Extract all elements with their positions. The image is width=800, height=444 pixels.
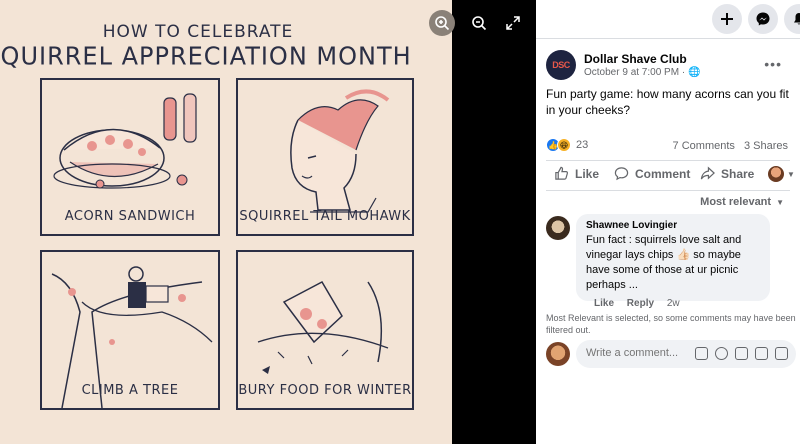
post-image[interactable]: HOW TO CELEBRATE SQUIRREL APPRECIATION M… [0, 0, 452, 444]
sort-label: Most relevant [700, 196, 772, 208]
avatar [768, 166, 784, 182]
comment-icon [614, 167, 629, 181]
comment-text: Fun fact : squirrels love salt and vineg… [586, 234, 742, 291]
avatar-sticker-icon[interactable] [695, 347, 708, 360]
emoji-icon[interactable] [715, 347, 728, 360]
divider [546, 190, 790, 191]
page-avatar[interactable]: DSC [546, 50, 576, 80]
comment-actions: Like Reply 2w [594, 298, 680, 309]
panel-acorn-sandwich: ACORN SANDWICH [40, 78, 220, 236]
like-button[interactable]: Like [554, 166, 599, 181]
comment-label: Comment [635, 166, 691, 181]
poster-title-line2: SQUIRREL APPRECIATION MONTH [0, 41, 412, 71]
plus-icon [721, 13, 733, 25]
comment-button[interactable]: Comment [614, 166, 690, 181]
comment-reply-link[interactable]: Reply [627, 298, 654, 309]
chevron-down-icon: ▼ [776, 197, 784, 207]
bell-icon [794, 13, 800, 25]
comment-like-link[interactable]: Like [594, 298, 614, 309]
post-sidebar: DSC Dollar Shave Club October 9 at 7:00 … [536, 0, 800, 444]
messenger-button[interactable] [748, 4, 778, 34]
panel-caption: ACORN SANDWICH [64, 209, 196, 224]
haha-reaction-icon: 😆 [557, 138, 571, 152]
comment-tools [695, 347, 788, 360]
create-button[interactable] [712, 4, 742, 34]
reaction-profile-selector[interactable]: ▼ [768, 166, 795, 182]
more-options-icon[interactable]: ••• [764, 56, 782, 72]
panel-caption: BURY FOOD FOR WINTER [238, 383, 412, 398]
comment-time[interactable]: 2w [667, 298, 680, 309]
comments-count-link[interactable]: 7 Comments [673, 140, 735, 152]
comment-sort-dropdown[interactable]: Most relevant ▼ [700, 196, 784, 208]
panel-climb-a-tree: CLIMB A TREE [40, 250, 220, 410]
gif-icon[interactable] [755, 347, 768, 360]
shares-count-link[interactable]: 3 Shares [744, 140, 788, 152]
camera-icon[interactable] [735, 347, 748, 360]
messenger-icon [756, 12, 770, 26]
divider [536, 38, 800, 39]
share-label: Share [721, 166, 755, 181]
write-comment-box[interactable] [576, 340, 796, 368]
reactions-summary[interactable]: 👍 😆 23 [546, 138, 588, 152]
reaction-count: 23 [576, 139, 589, 151]
share-button[interactable]: Share [700, 166, 754, 181]
globe-icon: 🌐 [687, 67, 701, 78]
comment-input[interactable] [586, 347, 686, 359]
commenter-avatar[interactable] [546, 216, 570, 240]
thumbs-up-icon [555, 166, 568, 180]
panel-caption: CLIMB A TREE [81, 383, 179, 398]
zoom-out-button[interactable] [466, 10, 492, 36]
notifications-button[interactable] [784, 4, 800, 34]
post-actions: Like Comment Share ▼ [536, 164, 800, 188]
photo-viewer: HOW TO CELEBRATE SQUIRREL APPRECIATION M… [0, 0, 536, 444]
sticker-icon[interactable] [775, 347, 788, 360]
filter-note: Most Relevant is selected, so some comme… [546, 313, 796, 335]
post-stats: 7 Comments 3 Shares [667, 140, 788, 152]
page-name-link[interactable]: Dollar Shave Club [584, 52, 687, 66]
top-bar [536, 0, 800, 38]
panel-squirrel-tail-mohawk: SQUIRREL TAIL MOHAWK [236, 78, 414, 236]
fullscreen-button[interactable] [500, 10, 526, 36]
panel-bury-food: BURY FOOD FOR WINTER [236, 250, 414, 410]
commenter-name[interactable]: Shawnee Lovingier [586, 220, 760, 231]
fullscreen-icon [506, 16, 520, 30]
avatar [546, 342, 570, 366]
zoom-out-icon [472, 16, 487, 31]
panel-caption: SQUIRREL TAIL MOHAWK [239, 209, 411, 224]
post-text: Fun party game: how many acorns can you … [546, 87, 789, 117]
comment-bubble: Shawnee Lovingier Fun fact : squirrels l… [576, 214, 770, 301]
poster-title-line1: HOW TO CELEBRATE [102, 22, 294, 42]
chevron-down-icon: ▼ [787, 169, 795, 179]
divider [546, 160, 790, 161]
like-label: Like [575, 166, 600, 181]
zoom-in-icon [435, 16, 450, 31]
post-date-text[interactable]: October 9 at 7:00 PM · [584, 67, 688, 78]
zoom-in-button[interactable] [429, 10, 455, 36]
share-icon [700, 166, 715, 180]
post-date[interactable]: October 9 at 7:00 PM · 🌐 [584, 67, 700, 78]
